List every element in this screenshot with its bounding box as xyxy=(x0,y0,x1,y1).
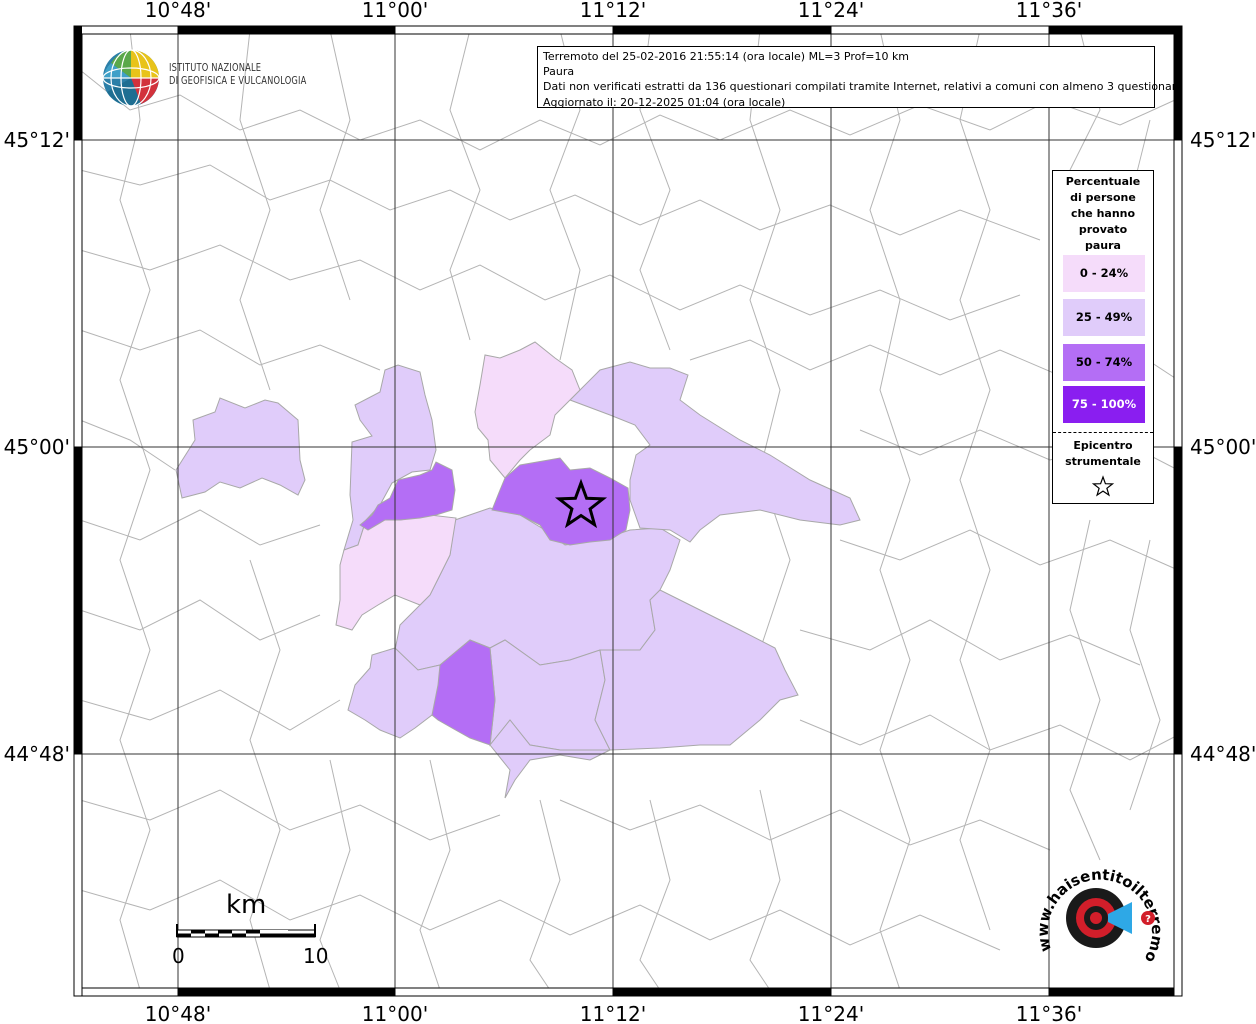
scale-end-label: 10 xyxy=(303,944,329,968)
institute-name: ISTITUTO NAZIONALE DI GEOFISICA E VULCAN… xyxy=(169,62,307,88)
lon-label: 11°36' xyxy=(1016,1002,1082,1024)
legend-title: Percentuale di persone che hanno provato… xyxy=(1053,174,1153,254)
legend-title-line: che hanno xyxy=(1070,207,1136,220)
lat-label: 45°00' xyxy=(4,435,70,459)
institute-line-2: DI GEOFISICA E VULCANOLOGIA xyxy=(169,75,307,87)
lat-label: 45°12' xyxy=(1190,128,1256,152)
scale-start-label: 0 xyxy=(172,944,185,968)
lon-label: 11°12' xyxy=(580,1002,646,1024)
legend: Percentuale di persone che hanno provato… xyxy=(1052,170,1154,504)
lat-label: 45°12' xyxy=(4,128,70,152)
latitude-labels-left: 45°12' 45°00' 44°48' xyxy=(4,128,70,766)
lat-label: 45°00' xyxy=(1190,435,1256,459)
epicenter-label: Epicentro strumentale xyxy=(1053,438,1153,470)
website-logo: www.haisentitoilterremoto.it ? xyxy=(1036,856,1166,966)
legend-title-line: Percentuale xyxy=(1065,175,1141,188)
longitude-labels-bottom: 10°48' 11°00' 11°12' 11°24' 11°36' xyxy=(145,1002,1082,1024)
epicenter-label-line: strumentale xyxy=(1065,455,1141,468)
epicenter-legend-star-icon xyxy=(1091,475,1115,497)
legend-title-line: paura xyxy=(1085,239,1121,252)
epicenter-label-line: Epicentro xyxy=(1073,439,1133,452)
event-info-box: Terremoto del 25-02-2016 21:55:14 (ora l… xyxy=(537,46,1183,109)
legend-class-25-49: 25 - 49% xyxy=(1063,299,1145,336)
legend-class-0-24: 0 - 24% xyxy=(1063,255,1145,292)
legend-title-line: di persone xyxy=(1070,191,1136,204)
lat-label: 44°48' xyxy=(4,742,70,766)
globe-icon xyxy=(102,49,160,107)
legend-class-50-74: 50 - 74% xyxy=(1063,344,1145,381)
scale-unit: km xyxy=(226,890,267,920)
lon-label: 11°24' xyxy=(798,0,864,22)
data-line: Dati non verificati estratti da 136 ques… xyxy=(543,80,1183,94)
longitude-labels-top: 10°48' 11°00' 11°12' 11°24' 11°36' xyxy=(145,0,1082,22)
lon-label: 11°00' xyxy=(362,1002,428,1024)
lon-label: 10°48' xyxy=(145,1002,211,1024)
legend-title-line: provato xyxy=(1078,223,1128,236)
legend-class-75-100: 75 - 100% xyxy=(1063,386,1145,423)
ingv-logo: ISTITUTO NAZIONALE DI GEOFISICA E VULCAN… xyxy=(101,48,321,110)
lon-label: 11°24' xyxy=(798,1002,864,1024)
update-line: Aggiornato il: 20-12-2025 01:04 (ora loc… xyxy=(543,95,786,109)
lon-label: 11°12' xyxy=(580,0,646,22)
latitude-labels-right: 45°12' 45°00' 44°48' xyxy=(1190,128,1256,766)
legend-divider xyxy=(1053,432,1153,433)
lat-label: 44°48' xyxy=(1190,742,1256,766)
lon-label: 10°48' xyxy=(145,0,211,22)
svg-text:?: ? xyxy=(1145,914,1151,925)
scale-bar: km 0 10 xyxy=(160,890,340,970)
lon-label: 11°36' xyxy=(1016,0,1082,22)
event-line: Terremoto del 25-02-2016 21:55:14 (ora l… xyxy=(543,50,910,63)
lon-label: 11°00' xyxy=(362,0,428,22)
mode-line: Paura xyxy=(543,65,575,79)
institute-line-1: ISTITUTO NAZIONALE xyxy=(169,62,262,74)
